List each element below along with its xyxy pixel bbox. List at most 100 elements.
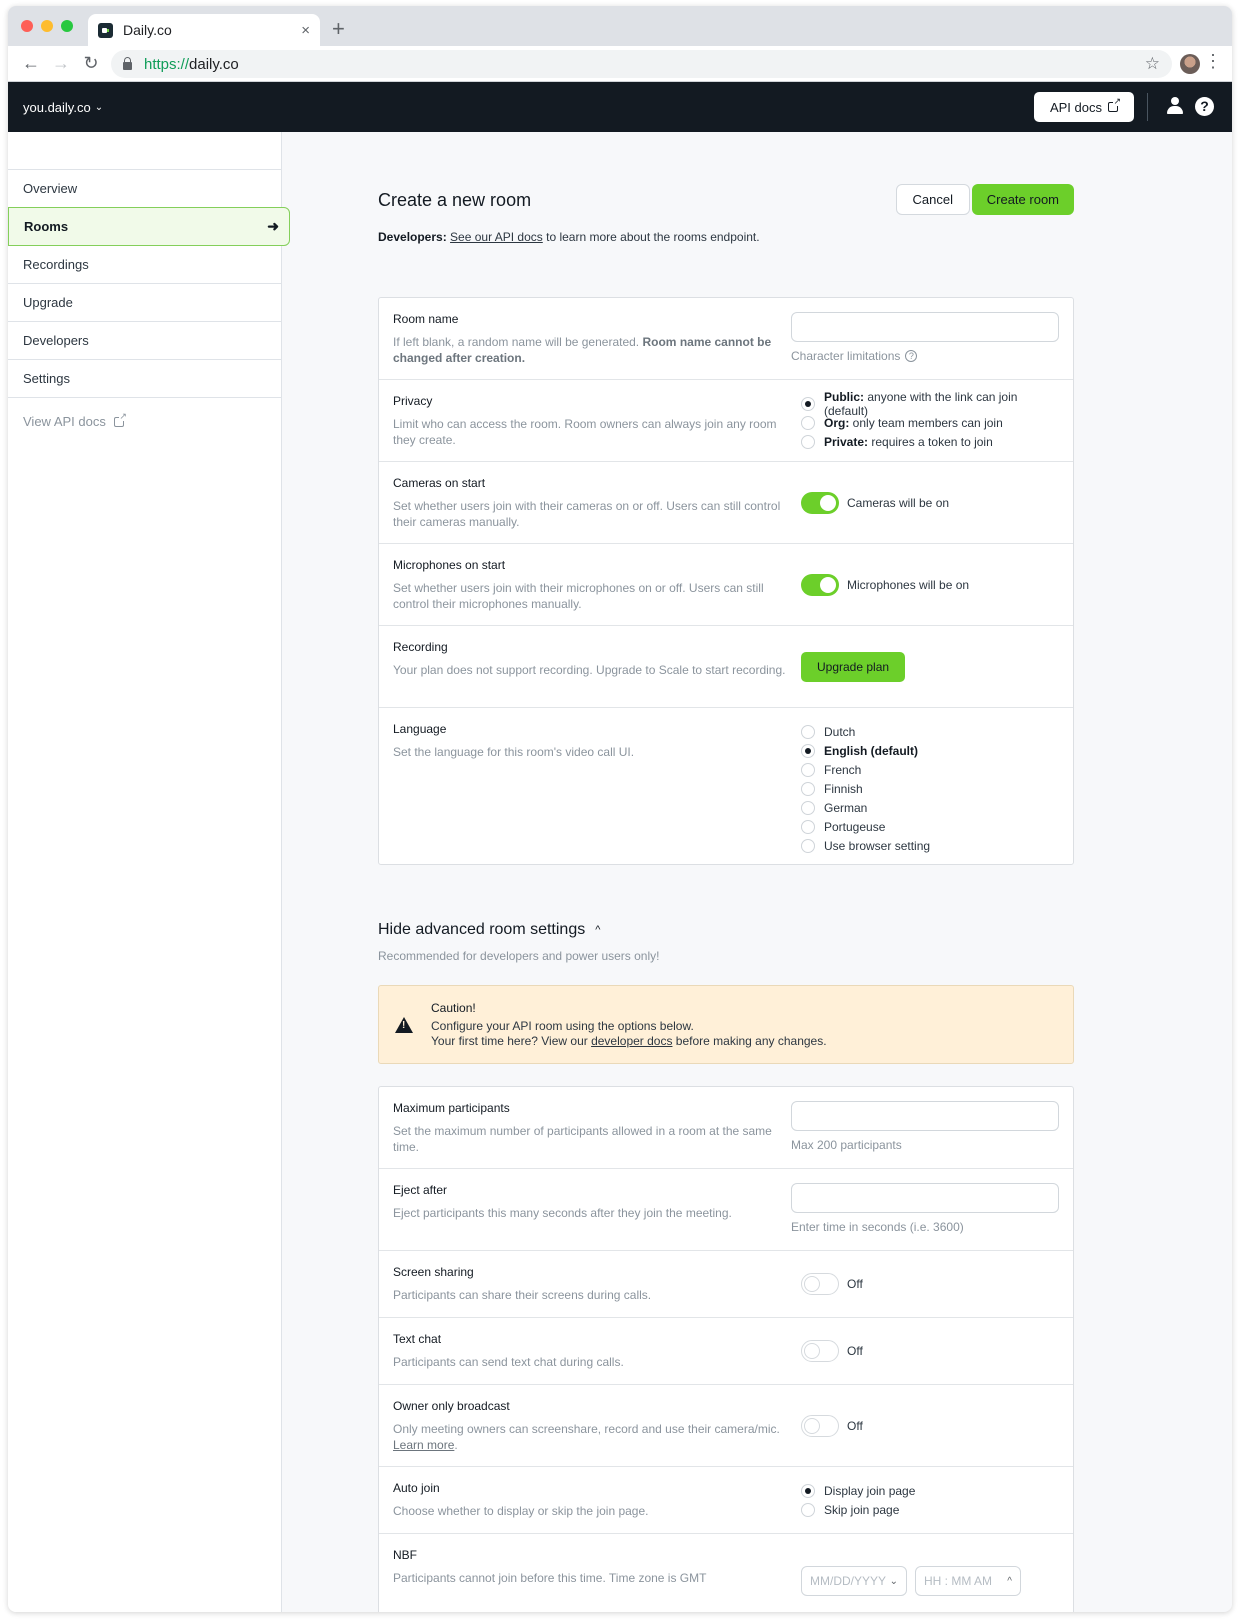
owner-only-broadcast-toggle[interactable] xyxy=(801,1415,839,1437)
bookmark-star-icon[interactable]: ☆ xyxy=(1145,54,1160,74)
privacy-private-radio[interactable]: Private: requires a token to join xyxy=(801,434,1059,449)
user-icon[interactable] xyxy=(1166,97,1184,115)
sidebar-item-developers[interactable]: Developers xyxy=(8,322,281,360)
tab-bar: Daily.co × + xyxy=(8,6,1232,46)
back-arrow-icon[interactable]: ← xyxy=(16,53,46,74)
radio-label: Public: anyone with the link can join (d… xyxy=(824,389,1018,418)
language-german-radio[interactable]: German xyxy=(801,800,1059,815)
row-title: Screen sharing xyxy=(393,1265,474,1279)
room-name-input[interactable] xyxy=(791,312,1059,342)
sidebar-item-upgrade[interactable]: Upgrade xyxy=(8,284,281,322)
language-browser-setting-radio[interactable]: Use browser setting xyxy=(801,838,1059,853)
chevron-up-icon: ^ xyxy=(1007,1575,1012,1587)
microphones-toggle[interactable] xyxy=(801,574,839,596)
nbf-time-picker[interactable]: HH : MM AM ^ xyxy=(915,1566,1021,1596)
privacy-org-radio[interactable]: Org: only team members can join xyxy=(801,415,1059,430)
radio-dot xyxy=(801,396,815,411)
row-title: Room name xyxy=(393,312,459,326)
caution-title: Caution! xyxy=(431,1001,476,1015)
developer-docs-link[interactable]: developer docs xyxy=(591,1034,672,1048)
row-description: Limit who can access the room. Room owne… xyxy=(393,417,777,447)
window-controls xyxy=(21,20,73,32)
row-title: NBF xyxy=(393,1548,417,1562)
header-divider xyxy=(1147,93,1148,121)
privacy-row: Privacy Limit who can access the room. R… xyxy=(379,380,1073,462)
api-docs-button[interactable]: API docs xyxy=(1033,92,1134,122)
external-link-icon xyxy=(1108,97,1121,112)
language-english-radio[interactable]: English (default) xyxy=(801,743,1059,758)
developers-note-text: to learn more about the rooms endpoint. xyxy=(542,230,760,244)
row-title: Language xyxy=(393,722,447,736)
text-chat-toggle[interactable] xyxy=(801,1340,839,1362)
url-host: daily.co xyxy=(189,55,239,73)
privacy-public-radio[interactable]: Public: anyone with the link can join (d… xyxy=(801,390,1059,418)
toggle-label: Off xyxy=(847,1277,863,1291)
url-scheme: https:// xyxy=(144,55,190,73)
profile-avatar[interactable] xyxy=(1180,54,1200,74)
upgrade-plan-button[interactable]: Upgrade plan xyxy=(801,652,906,682)
workspace-name: you.daily.co xyxy=(23,99,91,115)
nbf-row: NBF Participants cannot join before this… xyxy=(379,1534,1073,1612)
advanced-settings-subtitle: Recommended for developers and power use… xyxy=(378,949,660,963)
daily-favicon-icon xyxy=(98,22,113,38)
forward-arrow-icon[interactable]: → xyxy=(46,53,76,74)
external-link-icon xyxy=(113,411,127,427)
advanced-settings-title: Hide advanced room settings xyxy=(378,921,586,938)
language-portuguese-radio[interactable]: Portugeuse xyxy=(801,819,1059,834)
cancel-button[interactable]: Cancel xyxy=(895,184,970,215)
language-options: Dutch English (default) French Finnish G… xyxy=(801,722,1059,864)
help-icon[interactable]: ? xyxy=(1195,97,1214,116)
close-tab-icon[interactable]: × xyxy=(301,22,310,39)
row-description: Your plan does not support recording. Up… xyxy=(393,663,786,677)
auto-join-row: Auto join Choose whether to display or s… xyxy=(379,1467,1073,1534)
view-api-docs-link[interactable]: View API docs xyxy=(8,398,281,445)
nbf-date-time: MM/DD/YYYY ⌄ HH : MM AM ^ xyxy=(801,1566,1059,1596)
maximize-window-button[interactable] xyxy=(61,20,73,32)
eject-after-input[interactable] xyxy=(791,1183,1059,1213)
language-french-radio[interactable]: French xyxy=(801,762,1059,777)
cameras-toggle[interactable] xyxy=(801,492,839,514)
row-desc-text: If left blank, a random name will be gen… xyxy=(393,335,643,349)
caution-line-2: Your first time here? View our developer… xyxy=(431,1034,827,1048)
sidebar-item-overview[interactable]: Overview xyxy=(8,170,281,208)
row-title: Privacy xyxy=(393,394,433,408)
hint-text: Character limitations xyxy=(791,349,901,363)
row-description: Set the language for this room's video c… xyxy=(393,745,635,759)
language-finnish-radio[interactable]: Finnish xyxy=(801,781,1059,796)
row-description: Participants can send text chat during c… xyxy=(393,1355,624,1369)
help-circle-icon[interactable]: ? xyxy=(905,350,918,362)
create-room-button[interactable]: Create room xyxy=(971,184,1074,215)
sidebar-item-label: Overview xyxy=(23,181,78,196)
sidebar-item-recordings[interactable]: Recordings xyxy=(8,246,281,284)
skip-join-page-radio[interactable]: Skip join page xyxy=(801,1502,1059,1517)
url-bar[interactable]: https://daily.co ☆ xyxy=(111,50,1172,78)
new-tab-button[interactable]: + xyxy=(332,16,345,42)
toggle-label: Cameras will be on xyxy=(847,496,950,510)
language-dutch-radio[interactable]: Dutch xyxy=(801,724,1059,739)
sidebar-item-settings[interactable]: Settings xyxy=(8,360,281,398)
browser-menu-icon[interactable]: ⋮ xyxy=(1204,52,1222,70)
workspace-switcher[interactable]: you.daily.co ⌄ xyxy=(23,100,103,115)
row-title: Auto join xyxy=(393,1481,440,1495)
arrow-right-icon: ➜ xyxy=(267,218,279,234)
radio-dot xyxy=(801,434,815,449)
nbf-date-picker[interactable]: MM/DD/YYYY ⌄ xyxy=(801,1566,907,1596)
hide-advanced-settings-toggle[interactable]: Hide advanced room settings ^ xyxy=(378,921,1074,939)
sidebar-item-label: Settings xyxy=(23,371,70,386)
display-join-page-radio[interactable]: Display join page xyxy=(801,1483,1059,1498)
reload-icon[interactable]: ↻ xyxy=(76,53,106,74)
max-participants-input[interactable] xyxy=(791,1101,1059,1131)
browser-tab[interactable]: Daily.co × xyxy=(88,14,320,46)
learn-more-link[interactable]: Learn more xyxy=(393,1438,454,1452)
minimize-window-button[interactable] xyxy=(41,20,53,32)
api-docs-link[interactable]: See our API docs xyxy=(450,230,543,244)
chevron-up-icon: ^ xyxy=(595,924,601,936)
language-row: Language Set the language for this room'… xyxy=(379,708,1073,864)
close-window-button[interactable] xyxy=(21,20,33,32)
auto-join-options: Display join page Skip join page xyxy=(801,1481,1059,1533)
toggle-label: Off xyxy=(847,1419,863,1433)
sidebar-item-rooms[interactable]: Rooms ➜ xyxy=(8,207,290,246)
screen-sharing-toggle[interactable] xyxy=(801,1273,839,1295)
row-description: Set the maximum number of participants a… xyxy=(393,1124,772,1154)
lock-icon xyxy=(123,57,132,70)
